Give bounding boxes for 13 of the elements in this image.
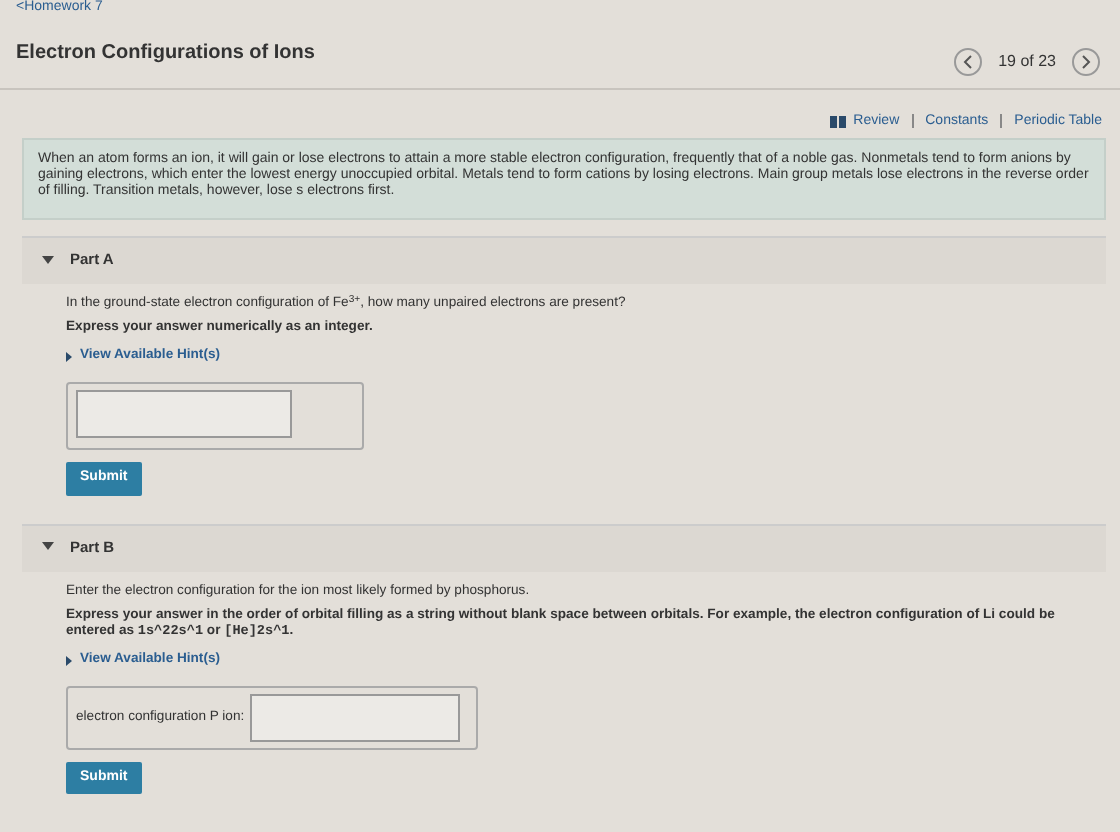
caret-icon (66, 655, 72, 666)
chevron-right-icon (1080, 54, 1092, 70)
answer-field[interactable] (76, 390, 292, 439)
book-icon (829, 115, 846, 127)
answer-field[interactable] (250, 693, 461, 742)
previous-button[interactable] (954, 48, 983, 76)
caret-icon (42, 255, 54, 264)
chevron-left-icon (962, 54, 975, 70)
caret-icon (42, 542, 54, 551)
page-title: Electron Configurations of Ions (16, 42, 315, 66)
next-button[interactable] (1072, 48, 1100, 76)
caret-icon (66, 352, 72, 363)
page-counter: 19 of 23 (998, 52, 1056, 72)
